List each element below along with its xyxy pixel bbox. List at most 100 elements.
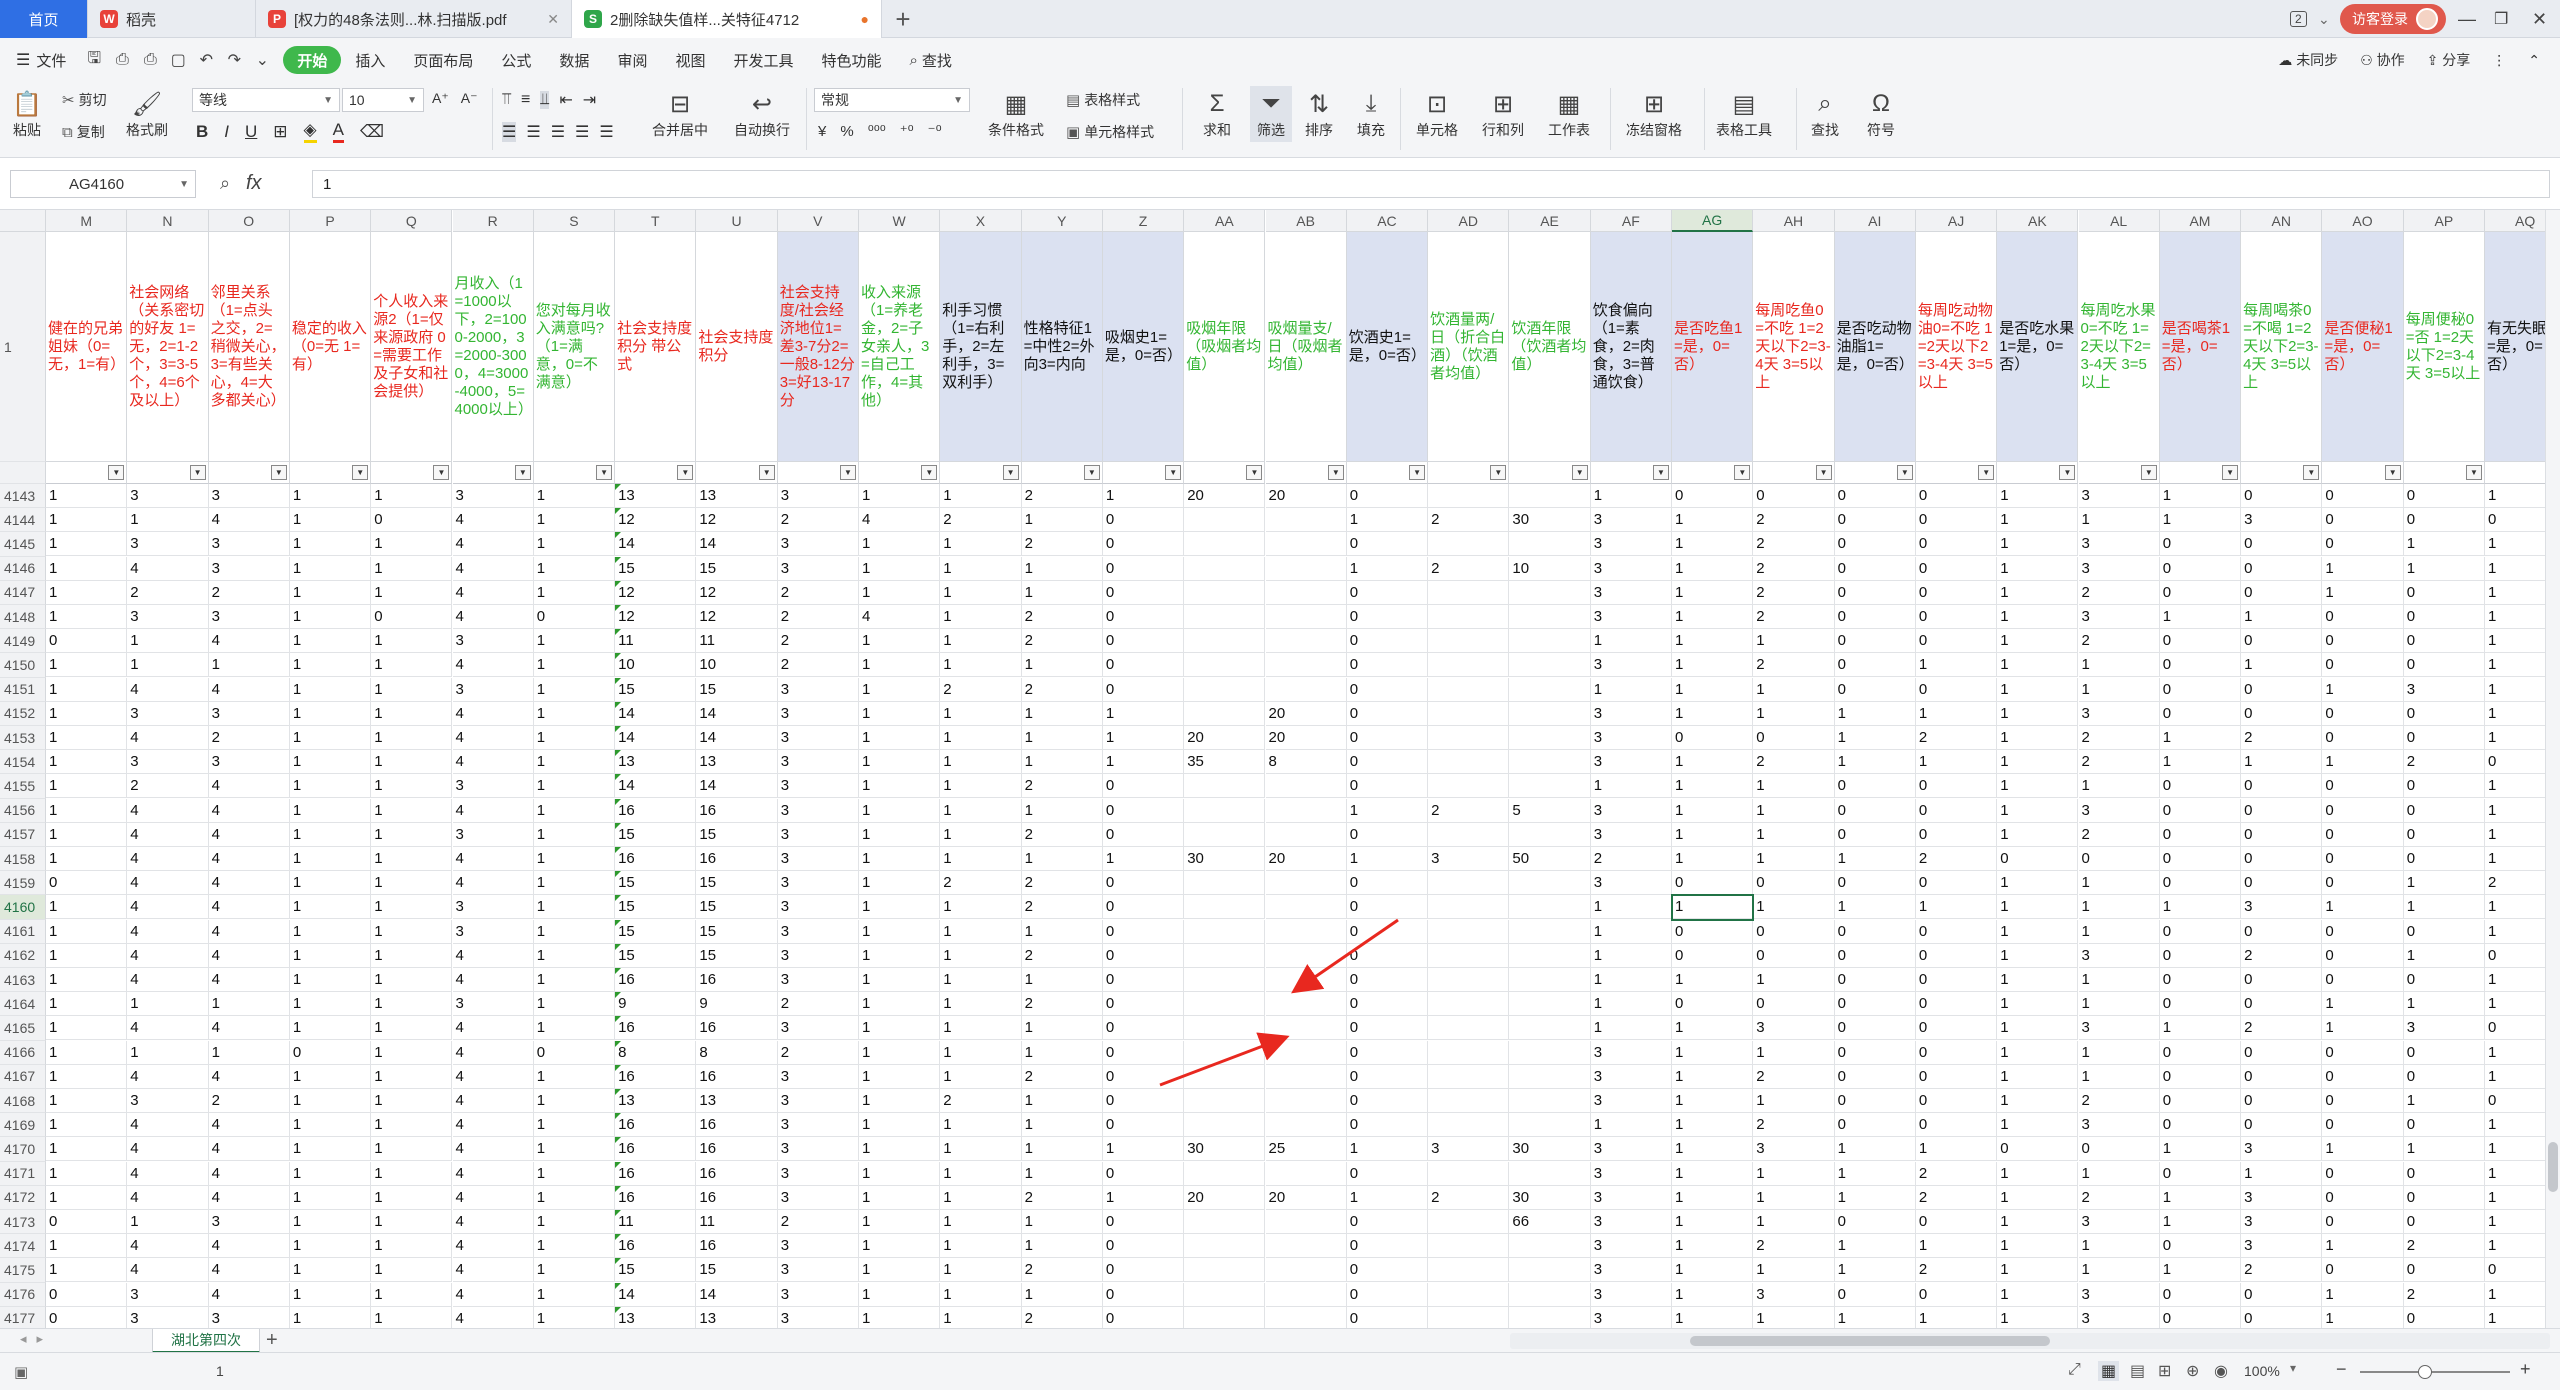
- cell-n-4153[interactable]: 4: [127, 726, 209, 750]
- cell-n-4149[interactable]: 1: [127, 629, 209, 654]
- cell-ae-4168[interactable]: [1509, 1089, 1591, 1113]
- cell-aq-4162[interactable]: 0: [2485, 944, 2545, 968]
- cell-aa-4155[interactable]: [1184, 774, 1266, 799]
- close-tab-icon[interactable]: ✕: [539, 11, 559, 28]
- cell-w-4149[interactable]: 1: [859, 629, 941, 654]
- cell-v-4149[interactable]: 2: [777, 629, 859, 654]
- cell-ai-4167[interactable]: 0: [1834, 1064, 1916, 1089]
- minimize-icon[interactable]: —: [2458, 0, 2476, 38]
- cell-v-4164[interactable]: 2: [777, 992, 859, 1017]
- cell-o-4167[interactable]: 4: [208, 1064, 290, 1089]
- cell-ao-4152[interactable]: 0: [2322, 701, 2404, 726]
- cell-o-4159[interactable]: 4: [208, 871, 290, 896]
- cell-al-4162[interactable]: 3: [2078, 943, 2160, 968]
- cell-n-4170[interactable]: 4: [127, 1137, 209, 1162]
- cell-x-4159[interactable]: 2: [940, 871, 1022, 896]
- cell-aq-4172[interactable]: 1: [2485, 1186, 2545, 1210]
- cell-q-4168[interactable]: 1: [371, 1089, 453, 1113]
- cell-r-4155[interactable]: 3: [452, 774, 534, 799]
- cell-r-4171[interactable]: 4: [452, 1161, 534, 1186]
- cell-ad-4147[interactable]: [1428, 580, 1510, 605]
- filter-dropdown-icon[interactable]: ▼: [1409, 465, 1426, 480]
- cell-z-4168[interactable]: 0: [1102, 1089, 1185, 1113]
- cell-ab-4172[interactable]: 20: [1265, 1185, 1347, 1210]
- cell-s-4162[interactable]: 1: [533, 943, 616, 968]
- cell-y-4172[interactable]: 2: [1021, 1185, 1103, 1210]
- cell-v-4143[interactable]: 3: [777, 484, 859, 508]
- file-menu[interactable]: ☰ 文件: [0, 46, 80, 74]
- cell-ad-4155[interactable]: [1428, 774, 1510, 799]
- cell-v-4156[interactable]: 3: [777, 798, 859, 823]
- cell-y-4165[interactable]: 1: [1021, 1016, 1103, 1041]
- header-cell-s[interactable]: 您对每月收入满意吗?（1=满意，0=不满意）: [533, 232, 616, 462]
- cell-p-4167[interactable]: 1: [289, 1064, 372, 1089]
- cell-aq-4168[interactable]: 0: [2485, 1089, 2545, 1113]
- cell-w-4174[interactable]: 1: [859, 1234, 941, 1259]
- cell-ao-4170[interactable]: 1: [2322, 1137, 2404, 1162]
- cell-ae-4144[interactable]: 30: [1509, 508, 1591, 533]
- cell-an-4171[interactable]: 1: [2241, 1161, 2323, 1186]
- column-header-t[interactable]: T: [615, 210, 697, 232]
- cell-ah-4150[interactable]: 2: [1753, 653, 1835, 678]
- cell-y-4151[interactable]: 2: [1021, 677, 1103, 702]
- cell-x-4165[interactable]: 1: [940, 1016, 1022, 1041]
- cell-ac-4158[interactable]: 1: [1346, 847, 1429, 871]
- cell-al-4172[interactable]: 2: [2078, 1185, 2160, 1210]
- cell-p-4154[interactable]: 1: [289, 750, 372, 775]
- cell-ad-4168[interactable]: [1428, 1089, 1510, 1113]
- cell-ap-4163[interactable]: 0: [2403, 968, 2485, 992]
- cell-p-4160[interactable]: 1: [289, 895, 372, 920]
- cell-q-4149[interactable]: 1: [371, 629, 453, 654]
- cell-ab-4161[interactable]: [1265, 919, 1347, 944]
- cell-ak-4170[interactable]: 0: [1997, 1137, 2079, 1162]
- cell-ad-4176[interactable]: [1428, 1282, 1510, 1307]
- cell-ai-4166[interactable]: 0: [1834, 1040, 1916, 1065]
- border-icon[interactable]: ⊞: [273, 122, 287, 142]
- cell-r-4161[interactable]: 3: [452, 919, 534, 944]
- cell-ac-4167[interactable]: 0: [1346, 1064, 1429, 1089]
- cell-p-4147[interactable]: 1: [289, 580, 372, 605]
- cell-r-4163[interactable]: 4: [452, 968, 534, 992]
- cell-x-4176[interactable]: 1: [940, 1282, 1022, 1307]
- cell-ab-4154[interactable]: 8: [1265, 750, 1347, 775]
- cell-ag-4168[interactable]: 1: [1672, 1089, 1754, 1113]
- cell-q-4156[interactable]: 1: [371, 798, 453, 823]
- cell-ad-4159[interactable]: [1428, 871, 1510, 896]
- cell-ap-4175[interactable]: 0: [2403, 1258, 2485, 1283]
- tab-pdf[interactable]: P [权力的48条法则...林.扫描版.pdf ✕: [256, 0, 572, 38]
- cell-m-4143[interactable]: 1: [46, 484, 128, 508]
- cell-al-4145[interactable]: 3: [2078, 532, 2160, 557]
- cell-w-4168[interactable]: 1: [859, 1089, 941, 1113]
- cell-y-4152[interactable]: 1: [1021, 701, 1103, 726]
- cell-n-4157[interactable]: 4: [127, 822, 209, 847]
- indent-left-icon[interactable]: ⇤: [559, 90, 572, 110]
- fx-icon[interactable]: fx: [246, 172, 262, 195]
- cell-v-4169[interactable]: 3: [777, 1113, 859, 1138]
- cell-ap-4143[interactable]: 0: [2403, 484, 2485, 508]
- collab-button[interactable]: ⚇ 协作: [2360, 50, 2404, 70]
- cell-ae-4154[interactable]: [1509, 750, 1591, 775]
- cell-r-4167[interactable]: 4: [452, 1064, 534, 1089]
- cell-aa-4160[interactable]: [1184, 895, 1266, 920]
- cell-aq-4155[interactable]: 1: [2485, 774, 2545, 799]
- cell-aa-4171[interactable]: [1184, 1161, 1266, 1186]
- cell-v-4160[interactable]: 3: [777, 895, 859, 920]
- decrease-decimal-icon[interactable]: ⁻⁰: [928, 122, 942, 140]
- cell-q-4160[interactable]: 1: [371, 895, 453, 920]
- align-top-icon[interactable]: ⫪: [502, 91, 511, 109]
- cell-af-4169[interactable]: 1: [1590, 1113, 1672, 1138]
- cell-t-4170[interactable]: 16: [615, 1137, 697, 1162]
- cell-aa-4144[interactable]: [1184, 508, 1266, 533]
- cell-q-4167[interactable]: 1: [371, 1064, 453, 1089]
- cell-ap-4167[interactable]: 0: [2403, 1064, 2485, 1089]
- cell-o-4172[interactable]: 4: [208, 1185, 290, 1210]
- cell-r-4156[interactable]: 4: [452, 798, 534, 823]
- cell-ad-4162[interactable]: [1428, 943, 1510, 968]
- cell-ac-4174[interactable]: 0: [1346, 1234, 1429, 1259]
- cell-ab-4166[interactable]: [1265, 1040, 1347, 1065]
- cell-ah-4168[interactable]: 1: [1753, 1089, 1835, 1113]
- cell-ab-4162[interactable]: [1265, 943, 1347, 968]
- justify-icon[interactable]: ☰: [575, 122, 589, 142]
- cell-ai-4172[interactable]: 1: [1834, 1185, 1916, 1210]
- wrap-text-button[interactable]: ↩ 自动换行: [734, 88, 790, 140]
